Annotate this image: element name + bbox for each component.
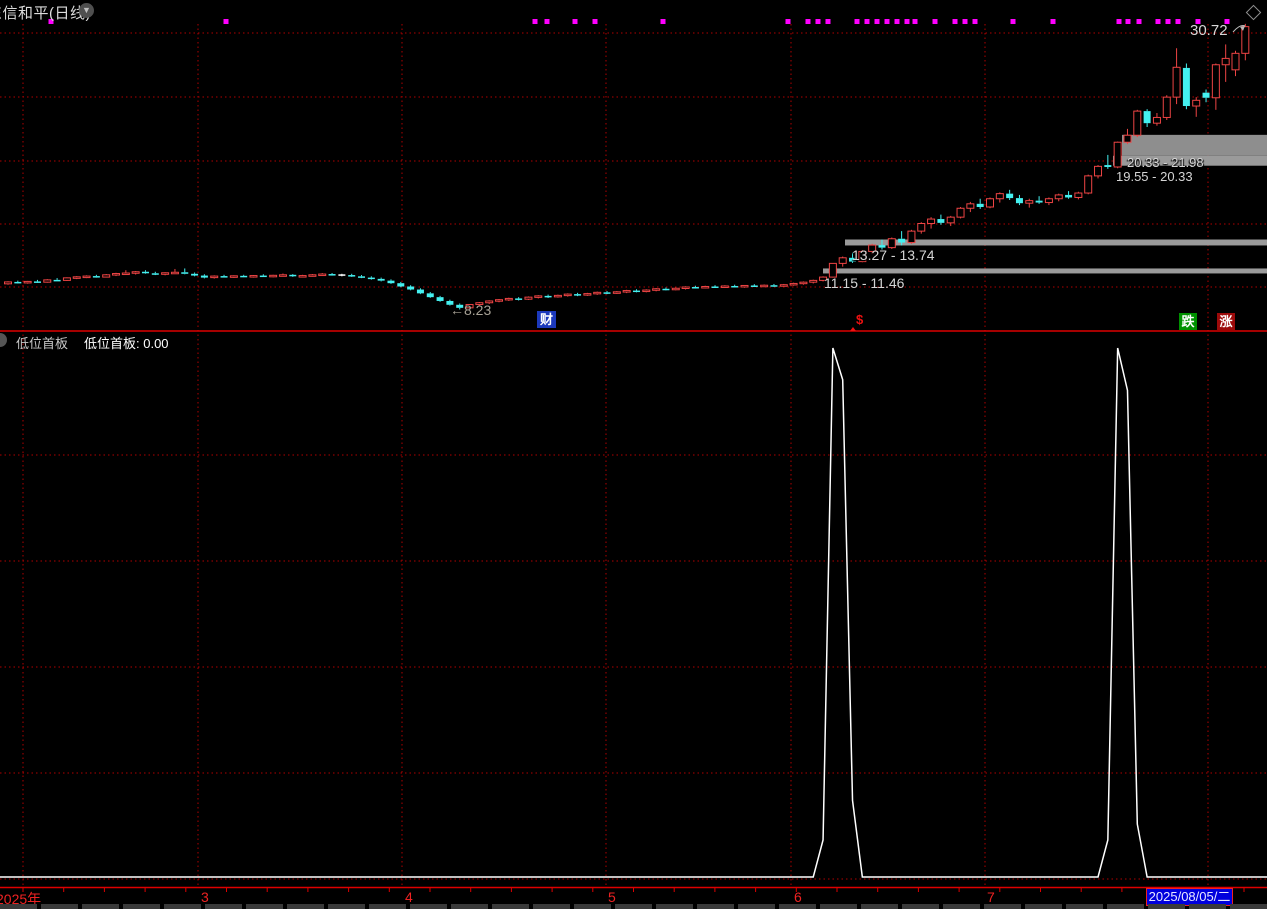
scrollbar-segment[interactable]	[615, 904, 652, 909]
scrollbar-segment[interactable]	[123, 904, 160, 909]
scrollbar-segment[interactable]	[738, 904, 775, 909]
scrollbar-segment[interactable]	[779, 904, 816, 909]
scrollbar-segment[interactable]	[861, 904, 898, 909]
scrollbar-segment[interactable]	[82, 904, 119, 909]
stock-title: 东信和平(日线)	[0, 2, 91, 23]
scrollbar-segment[interactable]	[1066, 904, 1103, 909]
scrollbar-segment[interactable]	[41, 904, 78, 909]
chip-band-label: 11.15 - 11.46	[824, 275, 904, 291]
indicator-line	[0, 348, 1267, 877]
scrollbar-segment[interactable]	[984, 904, 1021, 909]
scrollbar-segment[interactable]	[0, 904, 37, 909]
axis-label: 4	[405, 889, 413, 905]
scrollbar-segment[interactable]	[410, 904, 447, 909]
bottom-scrollbar[interactable]	[0, 904, 1267, 909]
axis-label: 3	[201, 889, 209, 905]
scrollbar-segment[interactable]	[205, 904, 242, 909]
scrollbar-segment[interactable]	[656, 904, 693, 909]
trading-app-window: 东信和平(日线) ▼ 20.33 - 21.98 19.55 - 20.33 1…	[0, 0, 1267, 909]
scrollbar-segment[interactable]	[820, 904, 857, 909]
scrollbar-segment[interactable]	[943, 904, 980, 909]
scrollbar-segment[interactable]	[164, 904, 201, 909]
gridlines	[0, 24, 1267, 886]
indicator-name: 低位首板	[16, 333, 68, 352]
scrollbar-segment[interactable]	[1148, 904, 1185, 909]
scrollbar-segment[interactable]	[492, 904, 529, 909]
chip-band-label: 13.27 - 13.74	[852, 247, 935, 263]
candles	[5, 24, 1249, 310]
scrollbar-segment[interactable]	[1189, 904, 1226, 909]
scrollbar-segment[interactable]	[287, 904, 324, 909]
scrollbar-segment[interactable]	[369, 904, 406, 909]
scrollbar-segment[interactable]	[451, 904, 488, 909]
scrollbar-segment[interactable]	[246, 904, 283, 909]
scrollbar-segment[interactable]	[533, 904, 570, 909]
scrollbar-segment[interactable]	[902, 904, 939, 909]
rise-badge[interactable]: 涨	[1217, 313, 1235, 330]
scrollbar-segment[interactable]	[574, 904, 611, 909]
axis-label: 5	[608, 889, 616, 905]
scrollbar-segment[interactable]	[1107, 904, 1144, 909]
scrollbar-segment[interactable]	[697, 904, 734, 909]
finance-news-badge[interactable]: 财	[537, 311, 556, 328]
chevron-down-icon[interactable]: ▼	[79, 3, 94, 18]
axis-label: 6	[794, 889, 802, 905]
fall-badge[interactable]: 跌	[1179, 313, 1197, 330]
scrollbar-segment[interactable]	[1230, 904, 1267, 909]
axis-label: 7	[987, 889, 995, 905]
scrollbar-segment[interactable]	[328, 904, 365, 909]
lowest-price-label: ←8.23	[450, 302, 491, 318]
scrollbar-segment[interactable]	[1025, 904, 1062, 909]
indicator-value: 低位首板: 0.00	[84, 333, 169, 352]
candlestick-chart[interactable]	[0, 0, 1267, 909]
chip-band-label: 20.33 - 21.98	[1127, 155, 1204, 170]
signal-dots	[49, 19, 1230, 24]
dividend-marker[interactable]: $	[850, 312, 863, 327]
highest-price-label: 30.72	[1190, 22, 1228, 39]
chip-band-label: 19.55 - 20.33	[1116, 169, 1193, 184]
